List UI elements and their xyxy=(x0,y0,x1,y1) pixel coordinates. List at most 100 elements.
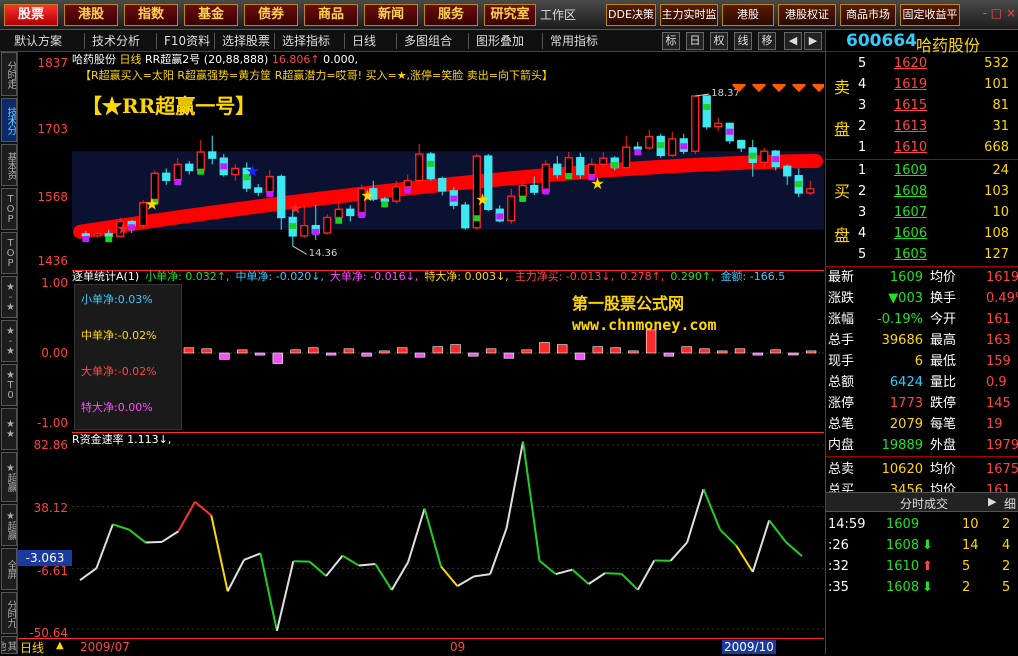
ticks-title[interactable]: 分时成交 xyxy=(900,495,948,512)
toolbar-item[interactable]: 默认方案 xyxy=(14,32,62,50)
shortcut-1[interactable]: DDE决策 xyxy=(606,4,656,26)
ask-price[interactable]: 1610 xyxy=(894,137,927,158)
shortcut-6[interactable]: 固定收益平 xyxy=(900,4,960,26)
toolbar-tool-icon[interactable]: 标 xyxy=(662,32,680,50)
period-selector[interactable]: 日线 xyxy=(20,639,44,656)
rate-line-segment xyxy=(277,561,293,631)
toolbar-nav-icon[interactable]: ▶ xyxy=(804,32,822,50)
stat-value: ▼003 xyxy=(888,288,923,309)
candlestick-panel[interactable]: ★★★★★★★★18.3714.36 xyxy=(72,84,824,270)
ticks-detail-link[interactable]: 细 xyxy=(1004,495,1016,512)
sidebar-tab[interactable]: ★T0 xyxy=(1,364,17,406)
sidebar-tab[interactable]: TOP xyxy=(1,188,17,230)
ask-row[interactable]: 11610668 xyxy=(826,137,1018,158)
toolbar-item[interactable]: 图形叠加 xyxy=(476,32,524,50)
stat-value: 2079 xyxy=(890,414,923,435)
toolbar-tool-icon[interactable]: 移 xyxy=(758,32,776,50)
menu-item-1[interactable]: 股票 xyxy=(4,4,58,26)
toolbar-tool-icon[interactable]: 线 xyxy=(734,32,752,50)
ask-price[interactable]: 1615 xyxy=(894,95,927,116)
sidebar-tab[interactable]: 分时走 xyxy=(1,52,17,96)
price-tick: 1703 xyxy=(37,122,68,136)
flow-chart xyxy=(72,271,824,433)
flow-panel[interactable] xyxy=(72,270,824,432)
ask-price[interactable]: 1613 xyxy=(894,116,927,137)
rate-line-segment xyxy=(392,562,408,590)
toolbar-tool-icon[interactable]: 权 xyxy=(710,32,728,50)
period-arrow-icon[interactable]: ▲ xyxy=(56,640,64,651)
sidebar-tab[interactable]: 基本资 xyxy=(1,144,17,186)
toolbar-nav-icon[interactable]: ◀ xyxy=(784,32,802,50)
bid-price[interactable]: 1607 xyxy=(894,202,927,223)
toolbar-item[interactable]: 技术分析 xyxy=(92,32,140,50)
ask-row[interactable]: 3161581 xyxy=(826,95,1018,116)
toolbar-item[interactable]: 多图组合 xyxy=(404,32,452,50)
shortcut-4[interactable]: 港股权证 xyxy=(778,4,836,26)
menu-item-3[interactable]: 指数 xyxy=(124,4,178,26)
toolbar-item[interactable]: 选择股票 xyxy=(222,32,270,50)
rate-line-segment xyxy=(178,502,194,531)
workspace-label[interactable]: 工作区 xyxy=(540,6,576,24)
window-controls[interactable]: - □ × xyxy=(983,6,1016,20)
rate-line-segment xyxy=(129,530,145,543)
tick-count: 5 xyxy=(1002,577,1010,598)
toolbar-tool-icon[interactable]: 日 xyxy=(686,32,704,50)
bid-row[interactable]: 41606108 xyxy=(826,223,1018,244)
flow-header-item: 逐单统计A(1) xyxy=(72,270,139,283)
rate-panel[interactable] xyxy=(72,432,824,638)
menu-item-7[interactable]: 新闻 xyxy=(364,4,418,26)
chart-indicator[interactable]: RR超赢2号 (20,88,888) xyxy=(145,53,268,66)
sidebar-tab[interactable]: 全屏 xyxy=(1,548,17,590)
flow-summary-label: 小单净: xyxy=(81,293,118,306)
sidebar-tab[interactable]: 其他 xyxy=(1,636,17,654)
flow-bar xyxy=(611,348,621,353)
candle-body xyxy=(301,226,308,236)
star-icon: ★ xyxy=(590,174,604,193)
decoration-icon xyxy=(752,84,766,92)
bid-price[interactable]: 1605 xyxy=(894,244,927,265)
bid-price[interactable]: 1609 xyxy=(894,160,927,181)
flow-bar xyxy=(575,353,585,359)
bid-row[interactable]: 1160924 xyxy=(826,160,1018,181)
shortcut-2[interactable]: 主力实时监 xyxy=(660,4,718,26)
sidebar-tab[interactable]: 分时九 xyxy=(1,592,17,634)
bid-row[interactable]: 21608103 xyxy=(826,181,1018,202)
ask-price[interactable]: 1620 xyxy=(894,53,927,74)
menu-item-9[interactable]: 研究室 xyxy=(484,4,536,26)
ask-row[interactable]: 2161331 xyxy=(826,116,1018,137)
play-icon[interactable]: ▶ xyxy=(988,495,996,508)
toolbar-item[interactable]: 常用指标 xyxy=(550,32,598,50)
toolbar-item[interactable]: F10资料 xyxy=(164,32,210,50)
flow-bar xyxy=(682,347,692,353)
flow-bar xyxy=(540,343,550,354)
menu-item-2[interactable]: 港股 xyxy=(64,4,118,26)
bid-price[interactable]: 1606 xyxy=(894,223,927,244)
chart-stock-name: 哈药股份 xyxy=(72,53,116,66)
bid-row[interactable]: 3160710 xyxy=(826,202,1018,223)
toolbar-item[interactable]: 选择指标 xyxy=(282,32,330,50)
sidebar-tab[interactable]: ★超赢 xyxy=(1,504,17,546)
menu-item-6[interactable]: 商品 xyxy=(304,4,358,26)
shortcut-3[interactable]: 港股 xyxy=(722,4,774,26)
stat-value: 10620 xyxy=(882,459,923,480)
toolbar-item[interactable]: 日线 xyxy=(352,32,376,50)
ask-price[interactable]: 1619 xyxy=(894,74,927,95)
sidebar-tab[interactable]: ★★ xyxy=(1,408,17,450)
sidebar-tab[interactable]: TOP xyxy=(1,232,17,274)
menu-item-5[interactable]: 债券 xyxy=(244,4,298,26)
toolbar-separator xyxy=(274,33,275,49)
candle-body xyxy=(324,217,331,233)
tick-time: :26 xyxy=(828,535,849,556)
sidebar-tab[interactable]: 技术分 xyxy=(1,98,17,142)
bid-price[interactable]: 1608 xyxy=(894,181,927,202)
menu-item-4[interactable]: 基金 xyxy=(184,4,238,26)
chart-period[interactable]: 日线 xyxy=(120,53,142,66)
ask-row[interactable]: 51620532 xyxy=(826,53,1018,74)
ask-row[interactable]: 41619101 xyxy=(826,74,1018,95)
sidebar-tab[interactable]: ★-★ xyxy=(1,276,17,318)
bid-row[interactable]: 51605127 xyxy=(826,244,1018,265)
shortcut-5[interactable]: 商品市场 xyxy=(840,4,896,26)
menu-item-8[interactable]: 服务 xyxy=(424,4,478,26)
sidebar-tab[interactable]: ★-★ xyxy=(1,320,17,362)
sidebar-tab[interactable]: ★超赢 xyxy=(1,452,17,502)
